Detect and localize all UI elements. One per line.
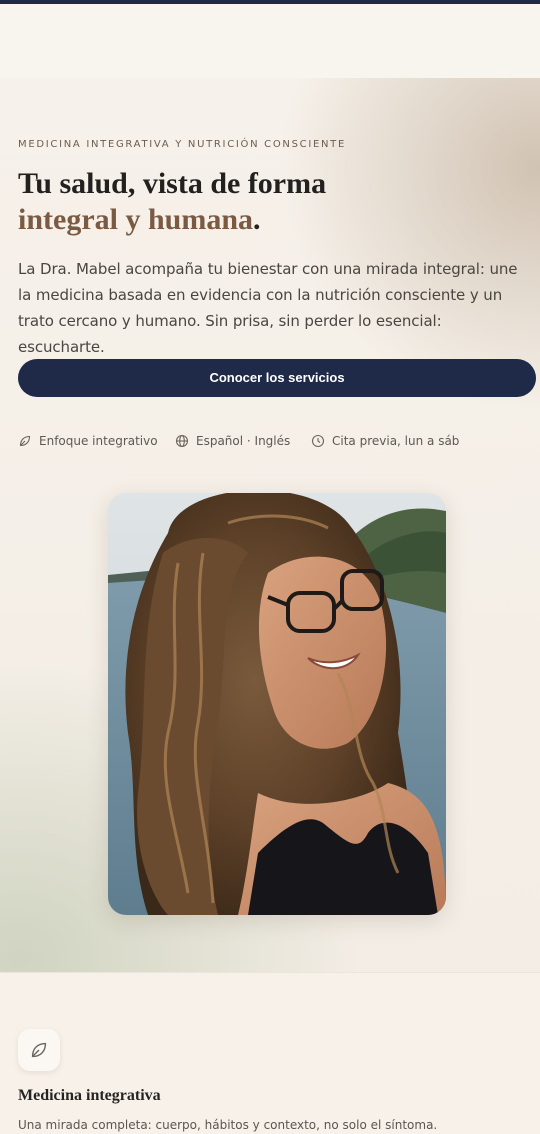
leaf-icon (29, 1040, 49, 1060)
services-section (0, 973, 540, 1134)
leaf-icon (18, 434, 32, 448)
top-accent-bar (0, 0, 540, 4)
hero-description: La Dra. Mabel acompaña tu bienestar con … (18, 260, 518, 356)
service-card-description: Una mirada completa: cuerpo, hábitos y c… (18, 1118, 438, 1132)
portrait-photo (108, 493, 446, 915)
feature-label: Enfoque integrativo (39, 434, 158, 448)
service-card-title: Medicina integrativa (18, 1087, 161, 1104)
globe-icon (175, 434, 189, 448)
feature-list: Enfoque integrativo Español · Inglés Cit… (18, 432, 459, 450)
feature-item-integrative: Enfoque integrativo (18, 432, 175, 450)
doctor-portrait (108, 493, 446, 915)
clock-icon (311, 434, 325, 448)
hero-title-period: . (253, 203, 261, 236)
hero-title-accent: integral y humana (18, 203, 254, 236)
service-icon-tile (18, 1029, 60, 1071)
services-cta-button[interactable]: Conocer los servicios (18, 359, 536, 397)
hero-eyebrow: MEDICINA INTEGRATIVA Y NUTRICIÓN CONSCIE… (18, 139, 347, 150)
feature-label: Cita previa, lun a sáb (332, 434, 460, 448)
feature-item-schedule: Cita previa, lun a sáb (311, 432, 459, 450)
feature-item-languages: Español · Inglés (175, 432, 311, 450)
feature-label: Español · Inglés (196, 434, 291, 448)
hero-title: Tu salud, vista de forma integral y huma… (18, 166, 518, 238)
hero-title-line1: Tu salud, vista de forma (18, 167, 327, 200)
